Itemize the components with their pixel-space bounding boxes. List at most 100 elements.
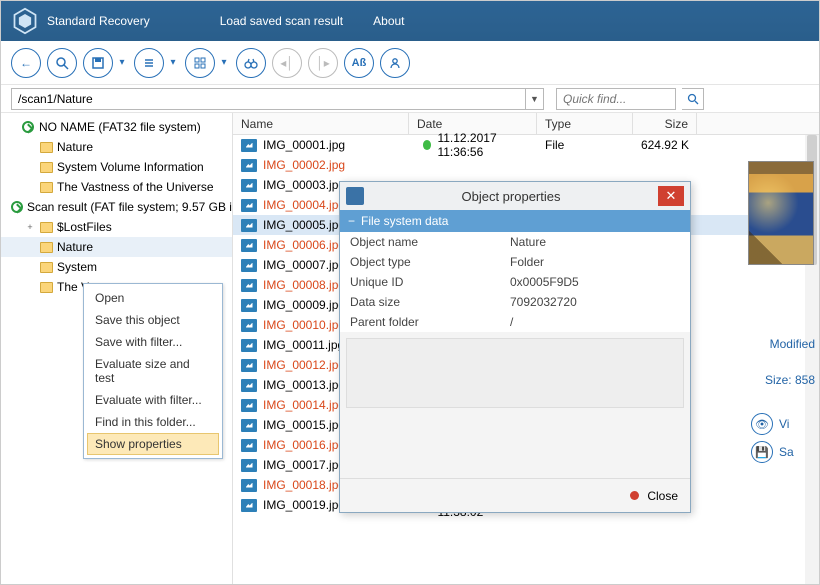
search-button[interactable]: [47, 48, 77, 78]
tree-item[interactable]: NO NAME (FAT32 file system): [1, 117, 232, 137]
tree-label: System: [57, 260, 97, 274]
status-dot: [423, 140, 431, 150]
menu-load-scan[interactable]: Load saved scan result: [220, 14, 343, 28]
quickfind-button[interactable]: [682, 88, 704, 110]
props-preview-area: [346, 338, 684, 408]
file-row[interactable]: IMG_00001.jpg11.12.2017 11:36:56File624.…: [233, 135, 819, 155]
image-icon: [241, 179, 257, 192]
ctx-item[interactable]: Evaluate with filter...: [87, 389, 219, 411]
props-row: Unique ID0x0005F9D5: [340, 272, 690, 292]
props-footer: Close: [340, 478, 690, 512]
path-dropdown[interactable]: ▼: [526, 88, 544, 110]
ctx-item[interactable]: Open: [87, 287, 219, 309]
path-input[interactable]: [11, 88, 526, 110]
ctx-item[interactable]: Evaluate size and test: [87, 353, 219, 389]
tree-item[interactable]: System Volume Information: [1, 157, 232, 177]
disk-icon: [11, 201, 23, 213]
folder-icon: [39, 282, 53, 293]
image-icon: [241, 339, 257, 352]
preview-view-button[interactable]: 👁Vi: [743, 413, 819, 435]
image-icon: [241, 399, 257, 412]
folder-icon: [39, 142, 53, 153]
file-name: IMG_00003.jpg: [263, 178, 345, 192]
tree-label: The Vastness of the Universe: [57, 180, 214, 194]
preview-panel: Modified Size: 858 👁Vi 💾Sa: [743, 155, 819, 469]
file-name: IMG_00002.jpg: [263, 158, 345, 172]
file-name: IMG_00012.jpg: [263, 358, 345, 372]
props-body: Object nameNatureObject typeFolderUnique…: [340, 232, 690, 332]
props-section-header[interactable]: −File system data: [340, 210, 690, 232]
user-button[interactable]: [380, 48, 410, 78]
tree-item[interactable]: Scan result (FAT file system; 9.57 GB in…: [1, 197, 232, 217]
tree-item[interactable]: System: [1, 257, 232, 277]
file-name: IMG_00018.jpg: [263, 478, 345, 492]
props-row: Object typeFolder: [340, 252, 690, 272]
ctx-item[interactable]: Find in this folder...: [87, 411, 219, 433]
file-name: IMG_00009.jpg: [263, 298, 345, 312]
tree-label: $LostFiles: [57, 220, 112, 234]
props-row: Parent folder/: [340, 312, 690, 332]
tree-item[interactable]: The Vastness of the Universe: [1, 177, 232, 197]
file-name: IMG_00013.jpg: [263, 378, 345, 392]
close-dot-icon: [630, 491, 639, 500]
tree-label: NO NAME (FAT32 file system): [39, 120, 201, 134]
file-name: IMG_00015.jpg: [263, 418, 345, 432]
file-name: IMG_00005.jpg: [263, 218, 345, 232]
quickfind-input[interactable]: [556, 88, 676, 110]
image-icon: [241, 359, 257, 372]
image-icon: [241, 419, 257, 432]
props-title: Object properties: [364, 189, 658, 204]
ctx-item[interactable]: Show properties: [87, 433, 219, 455]
back-button[interactable]: ←: [11, 48, 41, 78]
file-name: IMG_00011.jpg: [263, 338, 344, 352]
preview-modified: Modified: [743, 337, 819, 351]
image-icon: [241, 199, 257, 212]
file-name: IMG_00016.jpg: [263, 438, 345, 452]
app-logo: Standard Recovery: [11, 7, 150, 35]
image-icon: [241, 379, 257, 392]
file-name: IMG_00010.jpg: [263, 318, 345, 332]
tree-label: Nature: [57, 140, 93, 154]
image-icon: [241, 139, 257, 152]
file-name: IMG_00007.jpg: [263, 258, 345, 272]
image-icon: [241, 219, 257, 232]
col-name[interactable]: Name: [233, 113, 409, 134]
case-button[interactable]: Aß: [344, 48, 374, 78]
menu-about[interactable]: About: [373, 14, 404, 28]
props-close-button[interactable]: ✕: [658, 186, 684, 206]
col-size[interactable]: Size: [633, 113, 697, 134]
path-bar: ▼: [1, 85, 819, 113]
grid-button[interactable]: [185, 48, 215, 78]
folder-icon: [39, 222, 53, 233]
disk-icon: [21, 121, 35, 133]
image-icon: [241, 479, 257, 492]
save-button[interactable]: [83, 48, 113, 78]
folder-icon: [39, 162, 53, 173]
image-icon: [241, 159, 257, 172]
preview-thumbnail: [748, 161, 814, 265]
tree-item[interactable]: Nature: [1, 237, 232, 257]
properties-dialog: Object properties ✕ −File system data Ob…: [339, 181, 691, 513]
list-button[interactable]: [134, 48, 164, 78]
props-close-link[interactable]: Close: [647, 489, 678, 503]
save-icon: 💾: [751, 441, 773, 463]
col-type[interactable]: Type: [537, 113, 633, 134]
file-name: IMG_00019.jpg: [263, 498, 345, 512]
grid-dropdown[interactable]: [218, 48, 230, 78]
props-titlebar: Object properties ✕: [340, 182, 690, 210]
preview-save-button[interactable]: 💾Sa: [743, 441, 819, 463]
toolbar: ← ◂│ │▸ Aß: [1, 41, 819, 85]
list-dropdown[interactable]: [167, 48, 179, 78]
tree-item[interactable]: +$LostFiles: [1, 217, 232, 237]
ctx-item[interactable]: Save this object: [87, 309, 219, 331]
file-name: IMG_00008.jpg: [263, 278, 345, 292]
binoculars-button[interactable]: [236, 48, 266, 78]
image-icon: [241, 259, 257, 272]
folder-icon: [39, 182, 53, 193]
ctx-item[interactable]: Save with filter...: [87, 331, 219, 353]
tree-item[interactable]: Nature: [1, 137, 232, 157]
file-name: IMG_00014.jpg: [263, 398, 345, 412]
file-name: IMG_00004.jpg: [263, 198, 345, 212]
save-dropdown[interactable]: [116, 48, 128, 78]
app-title: Standard Recovery: [47, 14, 150, 28]
